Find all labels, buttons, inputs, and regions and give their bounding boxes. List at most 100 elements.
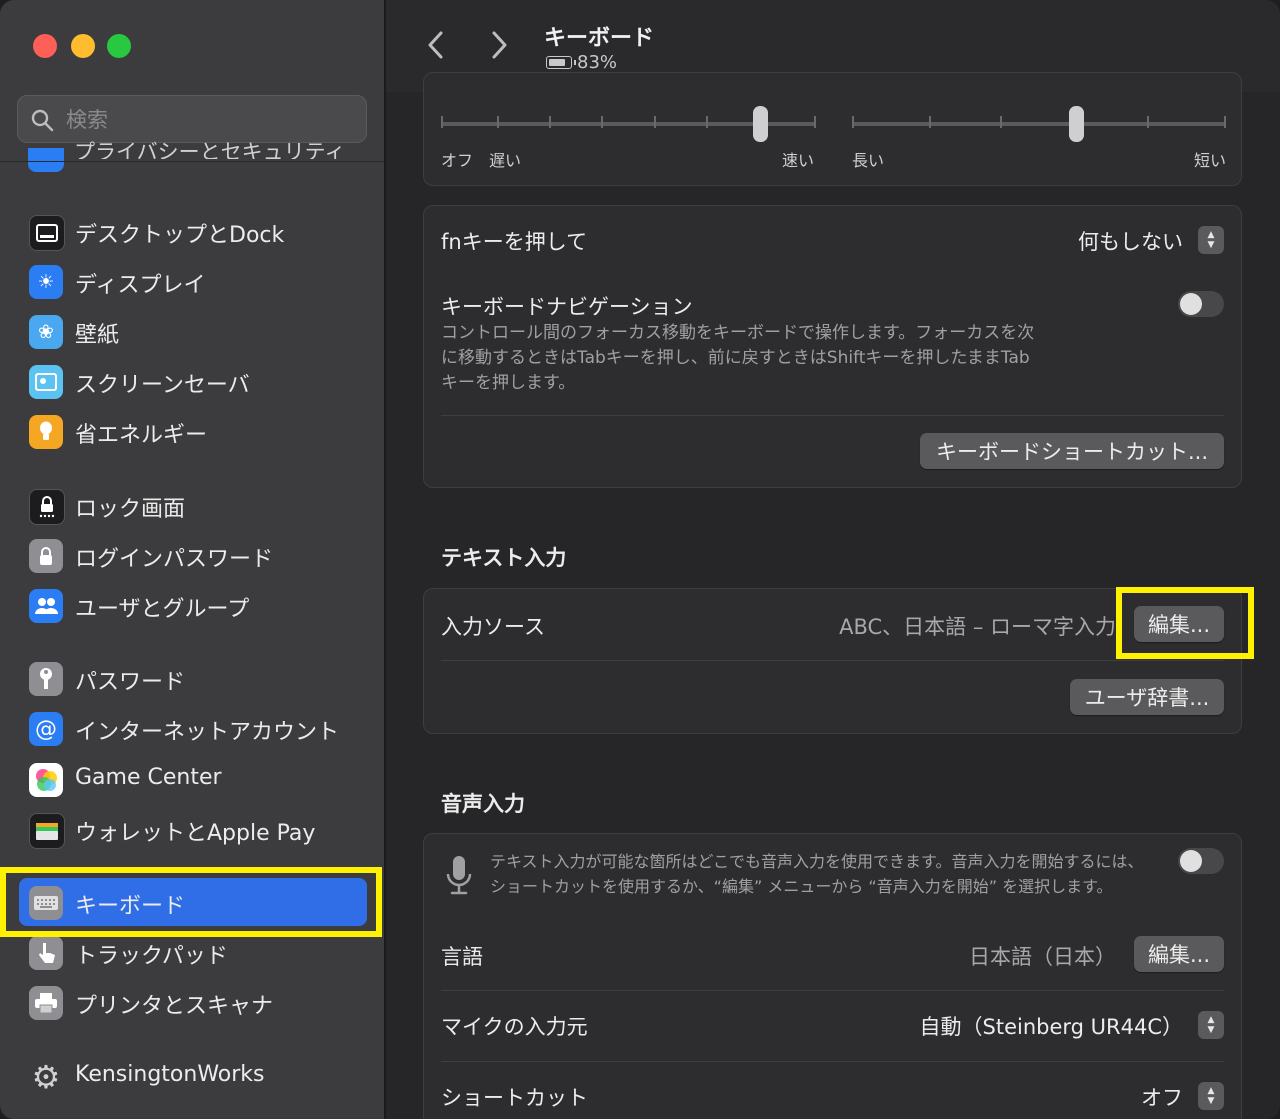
dock-icon bbox=[29, 215, 65, 251]
sidebar-item-displays[interactable]: ☀ ディスプレイ bbox=[19, 257, 367, 305]
slider-tick bbox=[1147, 116, 1149, 128]
description-line: キーを押します。 bbox=[441, 373, 576, 393]
slider-label-long: 長い bbox=[852, 151, 885, 170]
sidebar-item-wallpaper[interactable]: ❀ 壁紙 bbox=[19, 307, 367, 355]
mic-source-popup[interactable]: ▲ ▼ bbox=[1198, 1011, 1224, 1039]
sidebar-item-label: ロック画面 bbox=[75, 497, 186, 522]
repeat-delay-knob[interactable] bbox=[1069, 106, 1085, 142]
lock-icon bbox=[29, 539, 63, 573]
user-dictionary-button[interactable]: ユーザ辞書... bbox=[1070, 679, 1224, 715]
slider-label-slow: 遅い bbox=[489, 151, 522, 170]
sidebar-item-label: ログインパスワード bbox=[75, 547, 274, 572]
slider-tick bbox=[814, 116, 816, 128]
key-repeat-knob[interactable] bbox=[752, 106, 768, 142]
sidebar-item-label: 壁紙 bbox=[75, 323, 120, 348]
battery-status: 83% bbox=[546, 52, 617, 73]
mic-source-label: マイクの入力元 bbox=[441, 1015, 588, 1039]
battery-percentage: 83% bbox=[577, 52, 618, 73]
sidebar-item-screensaver[interactable]: スクリーンセーバ bbox=[19, 357, 367, 405]
slider-tick bbox=[852, 116, 854, 128]
sidebar-item-desktop-dock[interactable]: デスクトップとDock bbox=[19, 207, 367, 255]
sidebar-item-game-center[interactable]: Game Center bbox=[19, 755, 367, 803]
sidebar-item-printers[interactable]: プリンタとスキャナ bbox=[19, 978, 367, 1026]
dictation-heading: 音声入力 bbox=[441, 792, 525, 816]
sidebar-item-privacy[interactable]: プライバシーとセキュリティ bbox=[74, 141, 345, 159]
fn-key-value[interactable]: 何もしない bbox=[1078, 226, 1183, 256]
mic-source-value[interactable]: 自動（Steinberg UR44C） bbox=[920, 1011, 1184, 1041]
fn-key-label: fnキーを押して bbox=[441, 230, 588, 254]
sidebar-item-login-password[interactable]: ログインパスワード bbox=[19, 531, 367, 579]
sidebar-item-energy[interactable]: 省エネルギー bbox=[19, 407, 367, 455]
sidebar-item-label: ディスプレイ bbox=[75, 273, 206, 298]
sidebar-item-lock-screen[interactable]: ロック画面 bbox=[19, 481, 367, 529]
slider-tick bbox=[706, 116, 708, 128]
users-icon bbox=[29, 589, 63, 623]
chevron-down-icon: ▼ bbox=[1207, 240, 1215, 250]
key-icon bbox=[29, 662, 63, 696]
chevron-up-icon: ▲ bbox=[1207, 1086, 1215, 1096]
sun-icon: ☀ bbox=[29, 265, 63, 299]
input-sources-label: 入力ソース bbox=[441, 615, 545, 639]
game-center-icon bbox=[29, 763, 63, 797]
printer-icon bbox=[29, 986, 63, 1020]
shortcut-popup[interactable]: ▲ ▼ bbox=[1198, 1082, 1224, 1110]
microphone-icon bbox=[446, 856, 472, 895]
highlight-box-sidebar bbox=[0, 867, 382, 937]
slider-tick bbox=[601, 116, 603, 128]
page-title: キーボード bbox=[544, 26, 655, 51]
chevron-down-icon: ▼ bbox=[1207, 1025, 1215, 1035]
highlight-box-edit bbox=[1116, 587, 1254, 659]
sidebar-item-internet-accounts[interactable]: @ インターネットアカウント bbox=[19, 704, 367, 752]
key-repeat-card: オフ 遅い 速い 長い 短い bbox=[423, 72, 1242, 186]
at-icon: @ bbox=[29, 712, 63, 746]
wallet-icon bbox=[29, 813, 65, 849]
search-field[interactable] bbox=[17, 95, 367, 143]
settings-window: プライバシーとセキュリティ デスクトップとDock ☀ ディスプレイ ❀ 壁紙 … bbox=[0, 0, 1280, 1119]
sidebar-item-label: 省エネルギー bbox=[75, 423, 208, 448]
language-label: 言語 bbox=[441, 945, 483, 969]
sidebar-item-label: インターネットアカウント bbox=[75, 720, 340, 745]
dictation-toggle[interactable] bbox=[1178, 848, 1224, 874]
sidebar-item-passwords[interactable]: パスワード bbox=[19, 654, 367, 702]
keyboard-navigation-toggle[interactable] bbox=[1178, 291, 1224, 317]
repeat-delay-slider[interactable] bbox=[852, 122, 1226, 126]
search-input[interactable] bbox=[64, 104, 358, 136]
sidebar-item-label: Game Center bbox=[75, 765, 222, 790]
gear-icon: ⚙ bbox=[31, 1058, 61, 1096]
sidebar-item-label: デスクトップとDock bbox=[75, 223, 285, 248]
sidebar-item-wallet[interactable]: ウォレットとApple Pay bbox=[19, 805, 367, 853]
privacy-icon bbox=[28, 148, 64, 172]
search-icon bbox=[31, 109, 54, 132]
lock-screen-icon bbox=[29, 489, 65, 525]
dictation-card: テキスト入力が可能な箇所はどこでも音声入力を使用できます。音声入力を開始するには… bbox=[423, 833, 1242, 1119]
main-content: オフ 遅い 速い 長い 短い fnキーを押して 何もしない ▲ ▼ キーボードナビ… bbox=[386, 72, 1280, 1119]
minimize-button[interactable] bbox=[71, 34, 95, 58]
language-edit-button[interactable]: 編集... bbox=[1134, 936, 1224, 972]
chevron-right-icon bbox=[492, 31, 507, 59]
slider-tick bbox=[497, 116, 499, 128]
slider-tick bbox=[441, 116, 443, 128]
zoom-button[interactable] bbox=[107, 34, 131, 58]
lightbulb-icon bbox=[29, 415, 63, 449]
slider-label-off: オフ bbox=[441, 151, 474, 170]
slider-label-fast: 速い bbox=[782, 151, 815, 170]
keyboard-navigation-description: コントロール間のフォーカス移動をキーボードで操作します。フォーカスを次 に移動す… bbox=[441, 321, 1034, 396]
battery-icon bbox=[546, 56, 576, 69]
forward-button[interactable] bbox=[485, 28, 515, 62]
sidebar-item-label: プリンタとスキャナ bbox=[75, 994, 274, 1019]
sidebar-item-label: トラックパッド bbox=[75, 944, 228, 969]
screensaver-icon bbox=[29, 365, 63, 399]
back-button[interactable] bbox=[420, 28, 450, 62]
close-button[interactable] bbox=[33, 34, 57, 58]
sidebar-item-kensingtonworks[interactable]: ⚙ KensingtonWorks bbox=[19, 1052, 367, 1100]
description-line: テキスト入力が可能な箇所はどこでも音声入力を使用できます。音声入力を開始するには… bbox=[490, 852, 1144, 871]
trackpad-icon bbox=[29, 936, 63, 970]
fn-key-popup[interactable]: ▲ ▼ bbox=[1198, 226, 1224, 254]
dictation-description: テキスト入力が可能な箇所はどこでも音声入力を使用できます。音声入力を開始するには… bbox=[490, 849, 1143, 899]
sidebar-item-users-groups[interactable]: ユーザとグループ bbox=[19, 581, 367, 629]
separator bbox=[441, 415, 1224, 416]
chevron-up-icon: ▲ bbox=[1207, 1015, 1215, 1025]
keyboard-shortcuts-button[interactable]: キーボードショートカット... bbox=[920, 433, 1224, 469]
shortcut-value[interactable]: オフ bbox=[1141, 1082, 1183, 1112]
slider-tick bbox=[1000, 116, 1002, 128]
